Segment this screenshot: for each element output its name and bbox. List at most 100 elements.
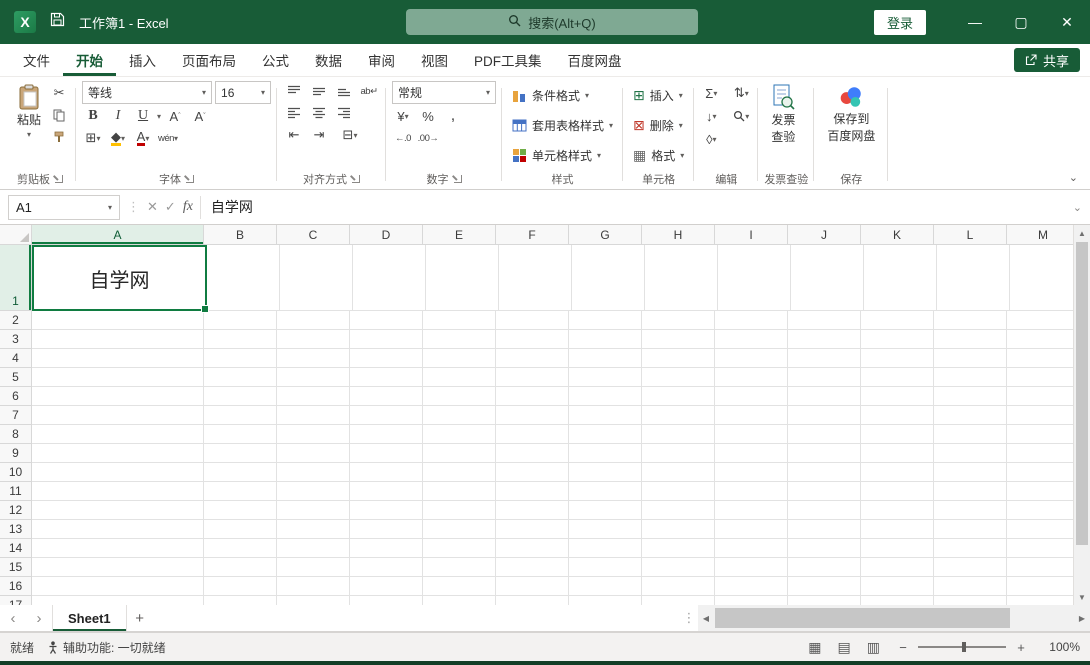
scroll-right-button[interactable]: ▶ (1074, 614, 1090, 623)
cell-E9[interactable] (423, 444, 496, 463)
cell-D3[interactable] (350, 330, 423, 349)
row-header-2[interactable]: 2 (0, 311, 32, 330)
row-header-14[interactable]: 14 (0, 539, 32, 558)
cell-H15[interactable] (642, 558, 715, 577)
wrap-text-button[interactable]: ab↵ (358, 81, 380, 101)
increase-font-size-button[interactable]: Aˆ (164, 106, 186, 126)
cell-G10[interactable] (569, 463, 642, 482)
underline-button[interactable]: U (132, 106, 154, 126)
align-bottom-button[interactable] (333, 81, 355, 101)
zoom-level-label[interactable]: 100% (1044, 640, 1080, 654)
cell-E8[interactable] (423, 425, 496, 444)
format-as-table-button[interactable]: 套用表格样式 ▾ (508, 111, 617, 139)
bold-button[interactable]: B (82, 106, 104, 126)
cell-J4[interactable] (788, 349, 861, 368)
column-header-F[interactable]: F (496, 225, 569, 245)
cell-H10[interactable] (642, 463, 715, 482)
cell-L7[interactable] (934, 406, 1007, 425)
cell-C1[interactable] (280, 245, 353, 311)
cell-D9[interactable] (350, 444, 423, 463)
cell-F4[interactable] (496, 349, 569, 368)
insert-function-button[interactable]: fx (183, 199, 193, 215)
cell-K9[interactable] (861, 444, 934, 463)
cell-M7[interactable] (1007, 406, 1073, 425)
cell-H14[interactable] (642, 539, 715, 558)
share-button[interactable]: 共享 (1013, 48, 1080, 72)
cell-F1[interactable] (499, 245, 572, 311)
accounting-format-button[interactable]: ¥ ▾ (392, 106, 414, 126)
tab-formulas[interactable]: 公式 (249, 44, 302, 76)
column-header-C[interactable]: C (277, 225, 350, 245)
column-header-B[interactable]: B (204, 225, 277, 245)
h-scroll-track[interactable] (714, 605, 1074, 631)
row-header-17[interactable]: 17 (0, 596, 32, 605)
cell-D8[interactable] (350, 425, 423, 444)
cell-D14[interactable] (350, 539, 423, 558)
column-header-M[interactable]: M (1007, 225, 1073, 245)
cell-K7[interactable] (861, 406, 934, 425)
cell-C14[interactable] (277, 539, 350, 558)
cell-G1[interactable] (572, 245, 645, 311)
cell-F12[interactable] (496, 501, 569, 520)
cell-E13[interactable] (423, 520, 496, 539)
cell-F13[interactable] (496, 520, 569, 539)
tab-baidu-netdisk[interactable]: 百度网盘 (555, 44, 635, 76)
cell-K11[interactable] (861, 482, 934, 501)
cell-K4[interactable] (861, 349, 934, 368)
cell-I10[interactable] (715, 463, 788, 482)
v-scroll-thumb[interactable] (1076, 242, 1088, 545)
tab-home[interactable]: 开始 (63, 44, 116, 76)
cell-L16[interactable] (934, 577, 1007, 596)
cell-G16[interactable] (569, 577, 642, 596)
page-layout-view-button[interactable]: ▤ (838, 639, 851, 656)
cell-D1[interactable] (353, 245, 426, 311)
cell-A8[interactable] (32, 425, 204, 444)
tab-pdf-tools[interactable]: PDF工具集 (461, 44, 555, 76)
cell-F16[interactable] (496, 577, 569, 596)
column-header-G[interactable]: G (569, 225, 642, 245)
cell-E17[interactable] (423, 596, 496, 605)
minimize-button[interactable]: — (952, 0, 998, 44)
cell-J6[interactable] (788, 387, 861, 406)
cell-E11[interactable] (423, 482, 496, 501)
cell-H3[interactable] (642, 330, 715, 349)
cell-G2[interactable] (569, 311, 642, 330)
cell-M3[interactable] (1007, 330, 1073, 349)
tab-data[interactable]: 数据 (302, 44, 355, 76)
cell-G15[interactable] (569, 558, 642, 577)
cell-I4[interactable] (715, 349, 788, 368)
row-header-6[interactable]: 6 (0, 387, 32, 406)
cell-E5[interactable] (423, 368, 496, 387)
cell-A13[interactable] (32, 520, 204, 539)
cell-K13[interactable] (861, 520, 934, 539)
cell-L3[interactable] (934, 330, 1007, 349)
autosum-button[interactable]: Σ ▾ (700, 83, 722, 103)
cell-B16[interactable] (204, 577, 277, 596)
cell-G12[interactable] (569, 501, 642, 520)
cell-F9[interactable] (496, 444, 569, 463)
login-button[interactable]: 登录 (873, 9, 926, 35)
formula-input[interactable]: 自学网 (199, 195, 1066, 219)
cell-I15[interactable] (715, 558, 788, 577)
column-header-J[interactable]: J (788, 225, 861, 245)
cell-I6[interactable] (715, 387, 788, 406)
cell-A17[interactable] (32, 596, 204, 605)
row-header-4[interactable]: 4 (0, 349, 32, 368)
cell-B3[interactable] (204, 330, 277, 349)
cell-E16[interactable] (423, 577, 496, 596)
cell-J9[interactable] (788, 444, 861, 463)
cell-G13[interactable] (569, 520, 642, 539)
sheet-scroll-splitter[interactable]: ⋮ (680, 605, 698, 631)
cell-B12[interactable] (204, 501, 277, 520)
sheet-nav-right-button[interactable]: › (26, 605, 52, 631)
cell-M13[interactable] (1007, 520, 1073, 539)
row-header-11[interactable]: 11 (0, 482, 32, 501)
cell-A1[interactable]: 自学网 (32, 245, 209, 313)
align-center-button[interactable] (308, 103, 330, 123)
cell-D15[interactable] (350, 558, 423, 577)
cell-J11[interactable] (788, 482, 861, 501)
column-header-K[interactable]: K (861, 225, 934, 245)
column-header-I[interactable]: I (715, 225, 788, 245)
cell-E10[interactable] (423, 463, 496, 482)
cell-C3[interactable] (277, 330, 350, 349)
